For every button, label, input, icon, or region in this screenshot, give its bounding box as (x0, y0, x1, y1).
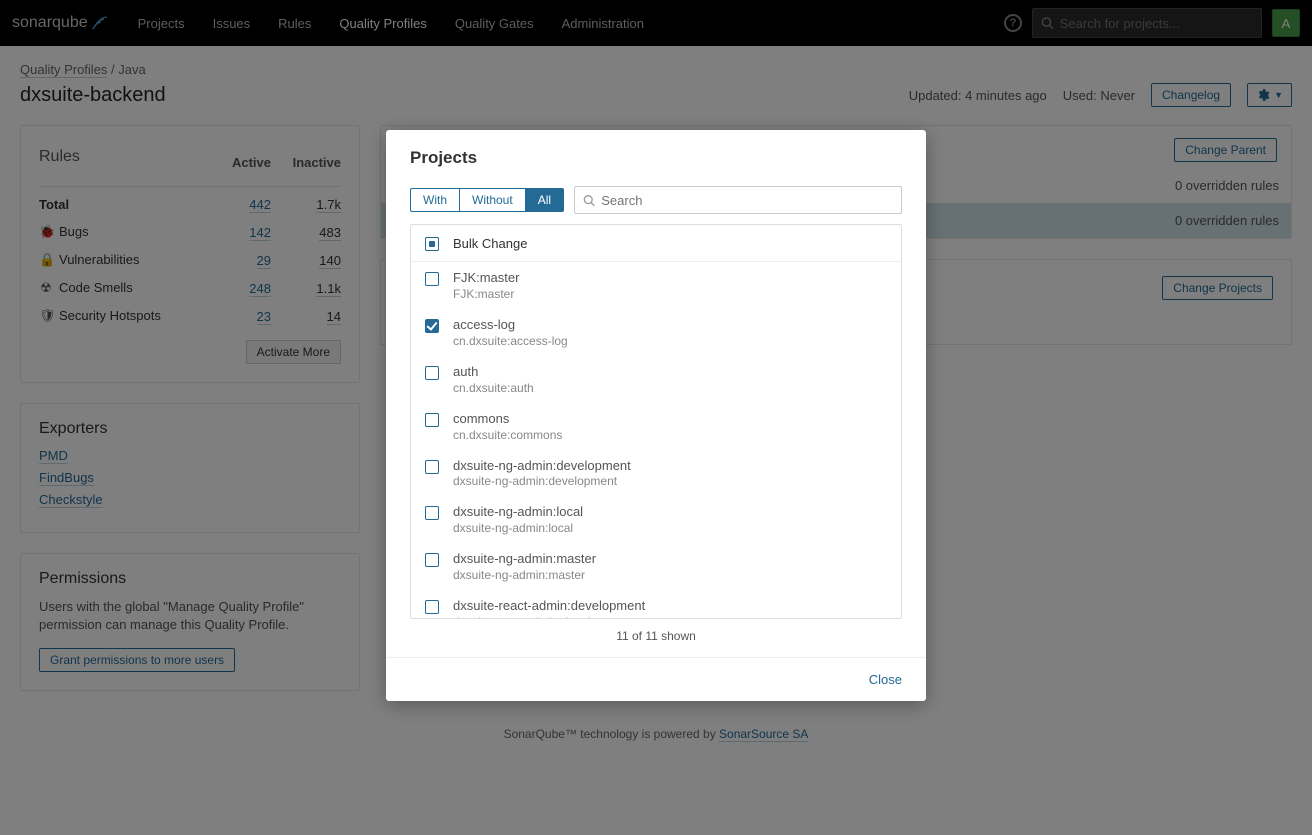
bulk-change-label: Bulk Change (453, 236, 527, 251)
project-name: dxsuite-ng-admin:development (453, 458, 631, 475)
project-checkbox[interactable] (425, 600, 439, 614)
close-button[interactable]: Close (869, 672, 902, 687)
project-name: dxsuite-react-admin:development (453, 598, 645, 615)
project-key: cn.dxsuite:access-log (453, 334, 568, 348)
project-key: FJK:master (453, 287, 519, 301)
project-row[interactable]: dxsuite-ng-admin:development dxsuite-ng-… (411, 450, 901, 497)
project-key: cn.dxsuite:commons (453, 428, 562, 442)
project-checkbox[interactable] (425, 553, 439, 567)
project-row[interactable]: dxsuite-ng-admin:local dxsuite-ng-admin:… (411, 496, 901, 543)
filter-tab-all[interactable]: All (526, 188, 564, 212)
project-checkbox[interactable] (425, 413, 439, 427)
project-name: FJK:master (453, 270, 519, 287)
filter-segment: WithWithoutAll (410, 188, 564, 212)
project-row[interactable]: commons cn.dxsuite:commons (411, 403, 901, 450)
bulk-change-row[interactable]: Bulk Change (411, 225, 901, 262)
project-name: auth (453, 364, 534, 381)
projects-modal: Projects WithWithoutAll Bulk Change FJK:… (386, 130, 926, 701)
modal-search-input[interactable] (601, 193, 893, 208)
project-name: dxsuite-ng-admin:master (453, 551, 596, 568)
project-name: access-log (453, 317, 568, 334)
project-row[interactable]: dxsuite-ng-admin:master dxsuite-ng-admin… (411, 543, 901, 590)
filter-tab-with[interactable]: With (410, 188, 460, 212)
project-row[interactable]: auth cn.dxsuite:auth (411, 356, 901, 403)
bulk-change-checkbox[interactable] (425, 237, 439, 251)
modal-overlay: Projects WithWithoutAll Bulk Change FJK:… (0, 0, 1312, 835)
project-row[interactable]: access-log cn.dxsuite:access-log (411, 309, 901, 356)
shown-count: 11 of 11 shown (410, 619, 902, 647)
filter-tab-without[interactable]: Without (460, 188, 526, 212)
project-checkbox[interactable] (425, 319, 439, 333)
project-key: dxsuite-ng-admin:development (453, 474, 631, 488)
modal-title: Projects (410, 148, 902, 168)
project-row[interactable]: dxsuite-react-admin:development dxsuite-… (411, 590, 901, 619)
project-checkbox[interactable] (425, 366, 439, 380)
projects-listbox[interactable]: Bulk Change FJK:master FJK:master access… (410, 224, 902, 619)
project-key: dxsuite-ng-admin:local (453, 521, 583, 535)
modal-search[interactable] (574, 186, 902, 214)
project-checkbox[interactable] (425, 272, 439, 286)
project-checkbox[interactable] (425, 506, 439, 520)
search-icon (583, 194, 595, 207)
project-checkbox[interactable] (425, 460, 439, 474)
project-name: commons (453, 411, 562, 428)
project-key: cn.dxsuite:auth (453, 381, 534, 395)
project-name: dxsuite-ng-admin:local (453, 504, 583, 521)
project-row[interactable]: FJK:master FJK:master (411, 262, 901, 309)
project-key: dxsuite-ng-admin:master (453, 568, 596, 582)
